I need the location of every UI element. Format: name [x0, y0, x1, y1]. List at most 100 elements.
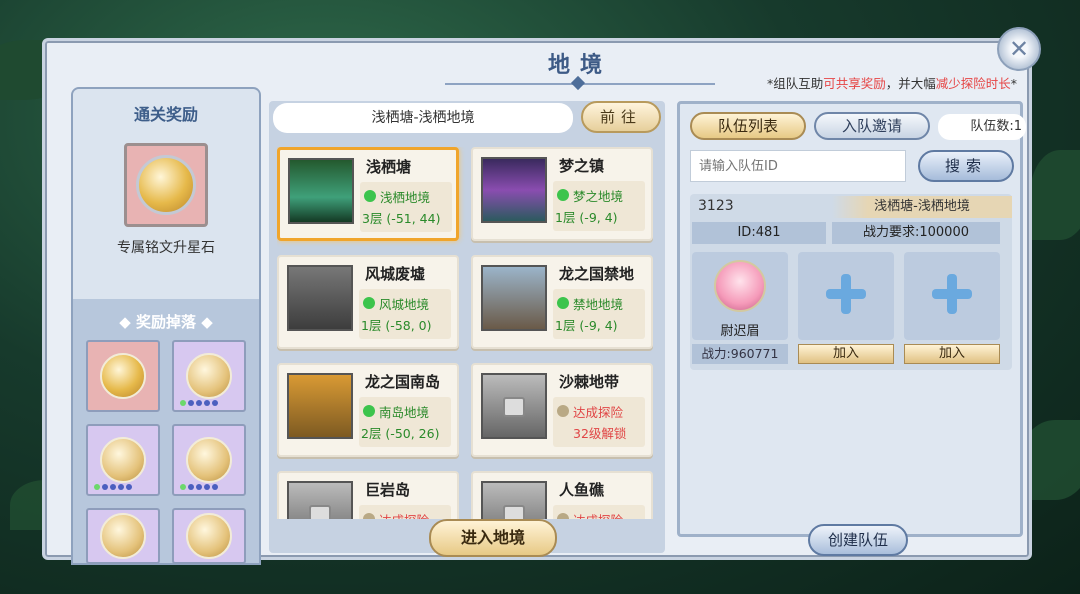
- map-card-qianqitang[interactable]: 浅栖塘 浅栖地境 3层 (-51, 44): [277, 147, 459, 241]
- notice-text: *组队互助: [766, 76, 824, 91]
- map-thumbnail: [287, 481, 353, 519]
- map-card-list[interactable]: 浅栖塘 浅栖地境 3层 (-51, 44) 梦之镇 梦之地境 1层 (-9, 4…: [277, 147, 657, 519]
- notice-text: *: [1010, 76, 1017, 91]
- unlock-condition: 达成探险: [379, 510, 429, 519]
- realm-floor: 1层 (-9, 4): [555, 210, 618, 225]
- map-info: 达成探险: [553, 505, 645, 519]
- unlock-level: 32级解锁: [573, 426, 627, 441]
- main-reward-item[interactable]: [124, 143, 208, 227]
- team-count: 队伍数:1: [938, 114, 1026, 140]
- map-info: 达成探险: [359, 505, 451, 519]
- rarity-dots: [180, 484, 218, 490]
- realm-name: 南岛地境: [379, 405, 430, 420]
- avatar: [714, 260, 766, 312]
- map-thumbnail: [481, 265, 547, 331]
- join-button[interactable]: 加入: [798, 344, 894, 364]
- map-name: 风城废墟: [365, 265, 426, 283]
- upgrade-stone-icon: [100, 353, 146, 399]
- map-panel: 浅栖塘-浅栖地境 前往 浅栖塘 浅栖地境 3层 (-51, 44) 梦之镇 梦之…: [269, 101, 665, 557]
- join-button[interactable]: 加入: [904, 344, 1000, 364]
- realm-name: 梦之地境: [573, 189, 624, 204]
- create-team-button[interactable]: 创建队伍: [808, 524, 908, 556]
- lock-icon: [503, 397, 525, 417]
- drop-grid: [73, 332, 259, 572]
- map-info: 达成探险 32级解锁: [553, 397, 645, 447]
- map-thumbnail: [287, 373, 353, 439]
- map-card-longzhiguojindi[interactable]: 龙之国禁地 禁地地境 1层 (-9, 4): [471, 255, 653, 349]
- drop-item[interactable]: [172, 508, 246, 564]
- drop-item[interactable]: [172, 340, 246, 412]
- map-thumbnail: [287, 265, 353, 331]
- tab-team-invite[interactable]: 入队邀请: [814, 112, 930, 140]
- inscription-icon: [100, 437, 146, 483]
- reward-header: 通关奖励 专属铭文升星石: [73, 89, 259, 299]
- inscription-icon: [100, 513, 146, 559]
- drop-title: ◆ 奖励掉落 ◆: [119, 313, 213, 331]
- unlock-condition: 达成探险: [573, 510, 623, 519]
- map-name: 梦之镇: [559, 157, 605, 175]
- team-location: 浅栖塘-浅栖地境: [832, 196, 1012, 218]
- map-thumbnail: [481, 481, 547, 519]
- main-reward-name: 专属铭文升星石: [117, 240, 215, 256]
- empty-slot[interactable]: [798, 252, 894, 340]
- title-bar: 地境: [445, 47, 715, 97]
- status-dot-icon: [557, 405, 569, 417]
- status-dot-icon: [364, 190, 376, 202]
- realm-name: 禁地地境: [573, 297, 624, 312]
- realm-floor: 1层 (-9, 4): [555, 318, 618, 333]
- empty-slot[interactable]: [904, 252, 1000, 340]
- drop-item[interactable]: [86, 508, 160, 564]
- tab-team-list[interactable]: 队伍列表: [690, 112, 806, 140]
- map-card-renyujiao[interactable]: 人鱼礁 达成探险: [471, 471, 653, 519]
- plus-icon: [826, 274, 866, 314]
- status-dot-icon: [557, 513, 569, 519]
- team-id-input[interactable]: [690, 150, 906, 182]
- map-card-mengzhizhen[interactable]: 梦之镇 梦之地境 1层 (-9, 4): [471, 147, 653, 241]
- status-dot-icon: [557, 297, 569, 309]
- map-thumbnail: [481, 157, 547, 223]
- realm-window: 地境 ✕ *组队互助可共享奖励，并大幅减少探险时长* 通关奖励 专属铭文升星石 …: [42, 27, 1041, 565]
- rarity-dots: [94, 484, 132, 490]
- search-button[interactable]: 搜索: [918, 150, 1014, 182]
- map-thumbnail: [288, 158, 354, 224]
- rarity-dots: [180, 400, 218, 406]
- map-thumbnail: [481, 373, 547, 439]
- map-info: 梦之地境 1层 (-9, 4): [553, 181, 645, 231]
- close-button[interactable]: ✕: [997, 27, 1041, 71]
- goto-button[interactable]: 前往: [581, 101, 661, 133]
- status-dot-icon: [363, 405, 375, 417]
- map-card-longzhiguonandao[interactable]: 龙之国南岛 南岛地境 2层 (-50, 26): [277, 363, 459, 457]
- team-panel: 队伍列表 入队邀请 队伍数:1 搜索 3123 浅栖塘-浅栖地境 ID:481 …: [677, 101, 1026, 556]
- lock-icon: [503, 505, 525, 519]
- member-name: 尉迟眉: [720, 324, 760, 339]
- enter-realm-button[interactable]: 进入地境: [429, 519, 557, 557]
- inscription-icon: [186, 437, 232, 483]
- map-name: 龙之国南岛: [365, 373, 441, 391]
- status-dot-icon: [557, 189, 569, 201]
- map-card-fengchengfeixu[interactable]: 风城废墟 风城地境 1层 (-58, 0): [277, 255, 459, 349]
- member-power: 战力:960771: [692, 344, 788, 364]
- realm-floor: 1层 (-58, 0): [361, 318, 432, 333]
- drop-item[interactable]: [172, 424, 246, 496]
- map-card-shajidaidai[interactable]: 沙棘地带 达成探险 32级解锁: [471, 363, 653, 457]
- map-name: 沙棘地带: [559, 373, 620, 391]
- inscription-icon: [186, 353, 232, 399]
- unlock-condition: 达成探险: [573, 405, 624, 420]
- team-notice: *组队互助可共享奖励，并大幅减少探险时长*: [767, 73, 1017, 92]
- status-dot-icon: [363, 513, 375, 519]
- team-card: 3123 浅栖塘-浅栖地境 ID:481 战力要求:100000 尉迟眉 战力:…: [690, 194, 1012, 370]
- map-name: 龙之国禁地: [559, 265, 635, 283]
- plus-icon: [932, 274, 972, 314]
- drop-item[interactable]: [86, 340, 160, 412]
- realm-name: 浅栖地境: [380, 190, 431, 205]
- member-slot[interactable]: 尉迟眉: [692, 252, 788, 340]
- drop-item[interactable]: [86, 424, 160, 496]
- lock-icon: [309, 505, 331, 519]
- map-card-juyandao[interactable]: 巨岩岛 达成探险: [277, 471, 459, 519]
- notice-highlight: 减少探险时长: [935, 76, 1011, 91]
- leaf-decoration: [1030, 150, 1080, 240]
- map-name: 浅栖塘: [366, 158, 412, 176]
- close-icon: ✕: [1008, 35, 1030, 63]
- realm-floor: 2层 (-50, 26): [361, 426, 440, 441]
- map-name: 人鱼礁: [559, 481, 605, 499]
